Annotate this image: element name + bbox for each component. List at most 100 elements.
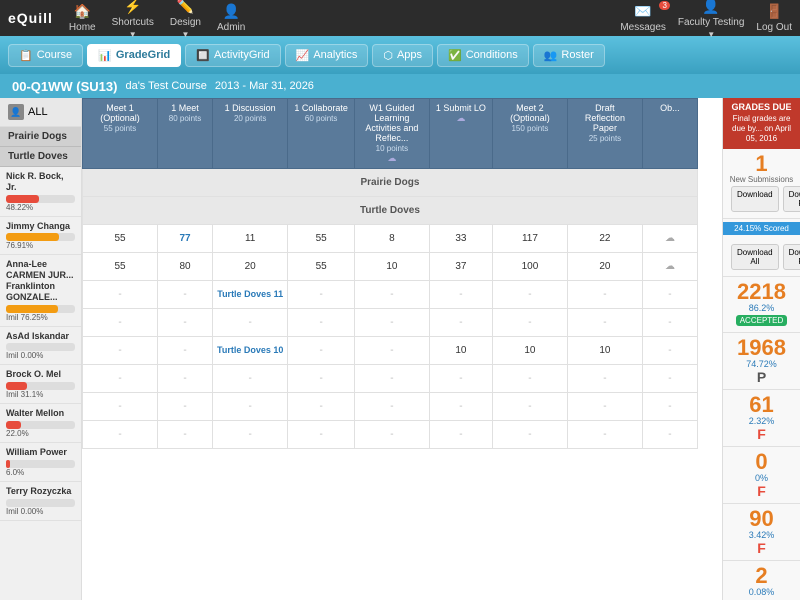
grid-cell[interactable]: 8 (354, 225, 429, 253)
grid-cell[interactable]: 10 (492, 337, 567, 365)
grid-cell[interactable]: - (567, 421, 642, 449)
grid-cell[interactable]: 55 (83, 225, 158, 253)
grid-cell[interactable]: - (288, 421, 355, 449)
grid-cell[interactable]: 55 (83, 253, 158, 281)
grid-cell[interactable]: - (642, 281, 697, 309)
grid-cell[interactable]: - (429, 365, 492, 393)
grid-cell[interactable]: 55 (288, 253, 355, 281)
grid-cell[interactable]: - (354, 281, 429, 309)
grid-cell[interactable]: 77 (158, 225, 213, 253)
tab-gradegrid[interactable]: 📊 GradeGrid (87, 44, 181, 67)
grid-cell[interactable]: - (429, 393, 492, 421)
nav-design[interactable]: ✏️ Design ▼ (170, 0, 201, 39)
student-item[interactable]: Nick R. Bock, Jr. 48.22% (0, 167, 81, 217)
student-item[interactable]: Terry Rozyczka Imil 0.00% (0, 482, 81, 521)
grid-cell[interactable]: Turtle Doves 11 (213, 281, 288, 309)
grid-cell[interactable]: Turtle Doves 10 (213, 337, 288, 365)
grid-cell[interactable]: - (158, 393, 213, 421)
grid-cell[interactable]: ☁ (642, 253, 697, 281)
grid-cell[interactable]: - (288, 393, 355, 421)
download-pdf-button[interactable]: Download PDF (783, 186, 800, 212)
grid-cell[interactable]: - (492, 421, 567, 449)
grid-cell[interactable]: - (158, 281, 213, 309)
grid-cell[interactable]: - (492, 309, 567, 337)
download-button[interactable]: Download (731, 186, 779, 212)
grid-cell[interactable]: - (83, 421, 158, 449)
all-button[interactable]: 👤 ALL (0, 98, 81, 127)
grid-cell[interactable]: 10 (354, 253, 429, 281)
tab-roster[interactable]: 👥 Roster (533, 44, 605, 67)
student-item[interactable]: AsAd Iskandar Imil 0.00% (0, 327, 81, 366)
grid-cell[interactable]: - (158, 365, 213, 393)
tab-activitygrid[interactable]: 🔲 ActivityGrid (185, 44, 280, 67)
grid-cell[interactable]: - (83, 337, 158, 365)
grid-cell[interactable]: - (213, 393, 288, 421)
grid-cell[interactable]: - (567, 281, 642, 309)
grid-cell[interactable]: 100 (492, 253, 567, 281)
grid-cell[interactable]: - (83, 281, 158, 309)
grid-cell[interactable]: - (429, 421, 492, 449)
grid-cell[interactable]: - (213, 309, 288, 337)
grid-cell[interactable]: - (354, 309, 429, 337)
tab-course[interactable]: 📋 Course (8, 44, 83, 67)
student-item[interactable]: Walter Mellon 22.0% (0, 404, 81, 443)
grid-cell[interactable]: - (642, 421, 697, 449)
grid-cell[interactable]: - (492, 365, 567, 393)
grid-cell[interactable]: - (354, 337, 429, 365)
grid-cell[interactable]: - (642, 337, 697, 365)
grid-cell[interactable]: 37 (429, 253, 492, 281)
student-item[interactable]: Jimmy Changa 76.91% (0, 217, 81, 256)
grid-cell[interactable]: 55 (288, 225, 355, 253)
grid-cell[interactable]: 10 (429, 337, 492, 365)
grid-cell[interactable]: - (642, 365, 697, 393)
grid-cell[interactable]: 20 (567, 253, 642, 281)
tab-conditions[interactable]: ✅ Conditions (437, 44, 529, 67)
grid-cell[interactable]: - (429, 309, 492, 337)
grid-cell[interactable]: - (213, 365, 288, 393)
grid-cell[interactable]: - (288, 281, 355, 309)
nav-admin[interactable]: 👤 Admin (217, 3, 245, 33)
grid-cell[interactable]: - (429, 281, 492, 309)
grid-cell[interactable]: - (642, 309, 697, 337)
grid-cell[interactable]: - (354, 421, 429, 449)
grid-cell[interactable]: - (83, 309, 158, 337)
student-item[interactable]: Anna-Lee CARMEN JUR... Franklinton GONZA… (0, 255, 81, 326)
grid-cell[interactable]: - (158, 337, 213, 365)
grid-cell[interactable]: - (288, 337, 355, 365)
student-item[interactable]: Brock O. Mel Imil 31.1% (0, 365, 81, 404)
nav-home[interactable]: 🏠 Home (69, 3, 96, 33)
grid-cell[interactable]: - (354, 393, 429, 421)
grid-cell[interactable]: - (492, 393, 567, 421)
grid-cell[interactable]: - (83, 365, 158, 393)
grid-cell[interactable]: - (567, 393, 642, 421)
grid-cell[interactable]: 33 (429, 225, 492, 253)
grid-cell[interactable]: - (354, 365, 429, 393)
grid-cell[interactable]: 20 (213, 253, 288, 281)
grid-cell[interactable]: ☁ (642, 225, 697, 253)
grid-cell[interactable]: - (213, 421, 288, 449)
tab-apps[interactable]: ⬡ Apps (372, 44, 433, 67)
grid-cell[interactable]: - (83, 393, 158, 421)
grid-cell[interactable]: - (567, 309, 642, 337)
nav-shortcuts[interactable]: ⚡ Shortcuts ▼ (112, 0, 154, 39)
grid-cell[interactable]: - (158, 309, 213, 337)
grid-cell[interactable]: - (288, 309, 355, 337)
tab-analytics[interactable]: 📈 Analytics (285, 44, 369, 67)
grid-cell[interactable]: - (288, 365, 355, 393)
grid-cell[interactable]: 10 (567, 337, 642, 365)
grid-cell[interactable]: 80 (158, 253, 213, 281)
faculty-testing-btn[interactable]: 👤 Faculty Testing ▼ (678, 0, 745, 39)
dash: - (118, 317, 121, 328)
grid-cell[interactable]: 22 (567, 225, 642, 253)
student-item[interactable]: William Power 6.0% (0, 443, 81, 482)
grid-cell[interactable]: - (642, 393, 697, 421)
grid-cell[interactable]: - (567, 365, 642, 393)
grid-cell[interactable]: - (158, 421, 213, 449)
grid-cell[interactable]: 11 (213, 225, 288, 253)
grid-cell[interactable]: 117 (492, 225, 567, 253)
download-pdf2-button[interactable]: Download PDF (783, 244, 800, 270)
logout-btn[interactable]: 🚪 Log Out (756, 3, 792, 33)
messages-btn[interactable]: 3 ✉️ Messages (620, 3, 666, 33)
grid-cell[interactable]: - (492, 281, 567, 309)
download-all-button[interactable]: Download All (731, 244, 779, 270)
